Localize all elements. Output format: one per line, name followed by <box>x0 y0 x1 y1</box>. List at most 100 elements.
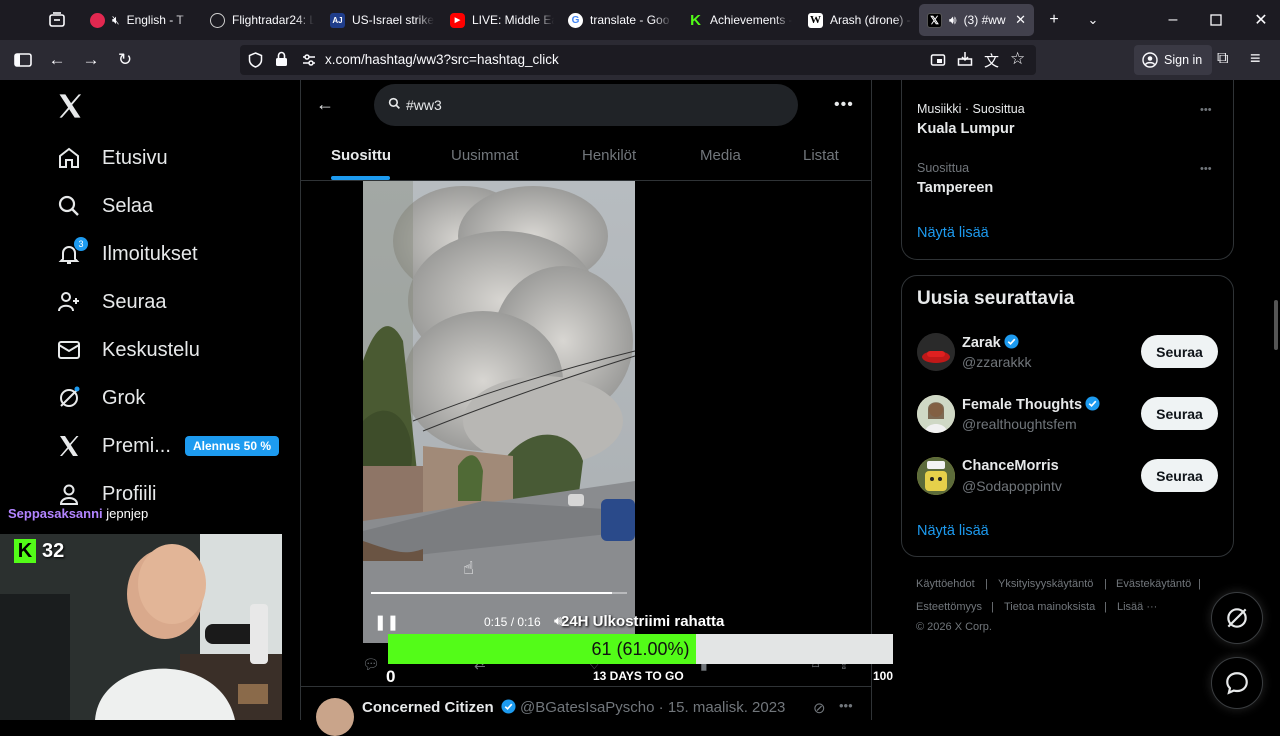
reload-icon[interactable]: ↻ <box>113 48 137 72</box>
nav-follow[interactable]: Seuraa <box>56 282 167 322</box>
close-tab-icon[interactable]: ✕ <box>1015 12 1026 28</box>
suggested-user-handle[interactable]: @zzarakkk <box>962 354 1031 370</box>
nav-home[interactable]: Etusivu <box>56 138 168 178</box>
translate-icon[interactable]: 文 <box>984 50 999 71</box>
add-person-icon <box>56 289 82 315</box>
url-text[interactable]: x.com/hashtag/ww3?src=hashtag_click <box>325 52 559 67</box>
video-progress-fill <box>371 592 612 594</box>
minimize-icon[interactable]: – <box>1161 8 1185 32</box>
grok-floating-button[interactable] <box>1211 592 1263 644</box>
site-permissions-icon[interactable] <box>301 52 317 68</box>
tweet-video[interactable] <box>363 181 635 643</box>
follow-button[interactable]: Seuraa <box>1141 335 1218 368</box>
tab-media[interactable]: Media <box>700 147 741 164</box>
new-tab-icon[interactable]: + <box>1042 8 1066 32</box>
follow-button[interactable]: Seuraa <box>1141 459 1218 492</box>
more-options-icon[interactable]: ••• <box>834 96 854 114</box>
follow-button[interactable]: Seuraa <box>1141 397 1218 430</box>
sign-in-button[interactable]: Sign in <box>1134 45 1212 75</box>
footer-link-ads[interactable]: Tietoa mainoksista <box>1004 601 1095 613</box>
avatar[interactable] <box>316 698 354 736</box>
trend-category: Suosittua <box>917 161 970 175</box>
tab-list-chevron-icon[interactable]: ⌄ <box>1081 8 1105 32</box>
search-box[interactable]: #ww3 <box>374 84 798 126</box>
extensions-icon[interactable]: ⧉ <box>1217 50 1228 68</box>
sidebar-toggle-icon[interactable] <box>11 48 35 72</box>
back-icon[interactable]: ← <box>45 48 69 72</box>
browser-tab-3[interactable]: AJ US-Israel strikes <box>322 4 434 36</box>
close-window-icon[interactable]: ✕ <box>1249 8 1273 32</box>
avatar[interactable] <box>917 395 955 433</box>
tweet-more-icon[interactable]: ••• <box>839 698 853 713</box>
trend-name[interactable]: Tampereen <box>917 180 993 196</box>
avatar[interactable] <box>917 333 955 371</box>
avatar[interactable] <box>917 457 955 495</box>
browser-tab-active[interactable]: 𝕏 🔊︎ (3) #ww ✕ <box>919 4 1034 36</box>
tab-top[interactable]: Suosittu <box>331 147 391 164</box>
browser-tab-4[interactable]: ▶ LIVE: Middle Ea <box>442 4 554 36</box>
wikipedia-icon: W <box>808 12 823 28</box>
account-icon <box>1142 52 1158 68</box>
footer-link-accessibility[interactable]: Esteettömyys <box>916 601 982 613</box>
suggested-user-handle[interactable]: @Sodapoppintv <box>962 478 1062 494</box>
forward-icon[interactable]: → <box>79 48 103 72</box>
download-icon[interactable] <box>957 51 973 67</box>
nav-explore[interactable]: Selaa <box>56 186 153 226</box>
x-logo-icon[interactable] <box>56 92 86 122</box>
screenshot-icon[interactable] <box>930 52 946 68</box>
suggested-user-name[interactable]: ChanceMorris <box>962 458 1059 474</box>
browser-tab-1[interactable]: 🔇︎ English - T <box>82 4 194 36</box>
page-scrollbar[interactable] <box>1274 300 1278 350</box>
trend-more-icon[interactable]: ••• <box>1200 163 1212 175</box>
grok-explain-icon[interactable]: ⊘ <box>813 699 826 717</box>
nav-grok[interactable]: Grok <box>56 378 145 418</box>
goal-days: 13 DAYS TO GO <box>593 669 684 683</box>
suggested-user-name[interactable]: Female Thoughts <box>962 396 1100 413</box>
bookmark-star-icon[interactable]: ☆ <box>1010 49 1025 69</box>
trend-more-icon[interactable]: ••• <box>1200 104 1212 116</box>
messages-floating-button[interactable] <box>1211 657 1263 709</box>
trend-name[interactable]: Kuala Lumpur <box>917 121 1014 137</box>
menu-icon[interactable]: ≡ <box>1250 48 1261 69</box>
follow-show-more-link[interactable]: Näytä lisää <box>917 523 989 539</box>
search-query: #ww3 <box>406 97 442 113</box>
tweet-date[interactable]: 15. maalisk. 2023 <box>668 699 786 716</box>
bell-icon: 3 <box>56 237 88 267</box>
reply-icon[interactable]: 💬︎ <box>362 656 380 673</box>
browser-tab-7[interactable]: W Arash (drone) - <box>800 4 912 36</box>
footer-link-privacy[interactable]: Yksityisyyskäytäntö <box>998 578 1093 590</box>
tab-overview-icon[interactable] <box>45 8 69 32</box>
footer-link-cookies[interactable]: Evästekäytäntö <box>1116 578 1191 590</box>
maximize-icon[interactable] <box>1204 8 1228 32</box>
video-progress-track[interactable] <box>371 592 627 594</box>
nav-premium[interactable]: Premi... <box>56 426 171 466</box>
tab-lists[interactable]: Listat <box>803 147 839 164</box>
tab-people[interactable]: Henkilöt <box>582 147 636 164</box>
tweet-author-name[interactable]: Concerned Citizen <box>362 699 494 716</box>
kick-count: 32 <box>42 539 65 562</box>
suggested-user-handle[interactable]: @realthoughtsfem <box>962 416 1077 432</box>
nav-messages[interactable]: Keskustelu <box>56 330 200 370</box>
browser-tab-2[interactable]: Flightradar24: L <box>202 4 314 36</box>
footer-link-more[interactable]: Lisää ··· <box>1117 601 1157 613</box>
x-icon: 𝕏 <box>927 12 942 28</box>
lock-icon[interactable] <box>275 51 289 67</box>
tweet-author-handle[interactable]: @BGatesIsaPyscho <box>520 699 654 716</box>
stream-icon <box>90 12 105 28</box>
browser-tab-6[interactable]: K Achievements - <box>680 4 792 36</box>
premium-discount-badge[interactable]: Alennus 50 % <box>185 436 280 456</box>
footer-separator: | <box>985 578 988 590</box>
pause-icon[interactable]: ❚❚ <box>374 613 399 631</box>
kick-follower-counter: K 32 <box>14 539 64 563</box>
browser-tab-5[interactable]: G translate - Goo <box>560 4 672 36</box>
suggested-user-name[interactable]: Zarak <box>962 334 1019 351</box>
nav-notifications[interactable]: 3 Ilmoitukset <box>56 234 198 274</box>
shield-icon[interactable] <box>248 52 264 68</box>
mail-icon <box>56 337 82 363</box>
trends-show-more-link[interactable]: Näytä lisää <box>917 225 989 241</box>
google-icon: G <box>568 12 583 28</box>
back-arrow-icon[interactable]: ← <box>316 94 334 115</box>
footer-link-terms[interactable]: Käyttöehdot <box>916 578 975 590</box>
footer-separator: | <box>991 601 994 613</box>
tab-latest[interactable]: Uusimmat <box>451 147 519 164</box>
